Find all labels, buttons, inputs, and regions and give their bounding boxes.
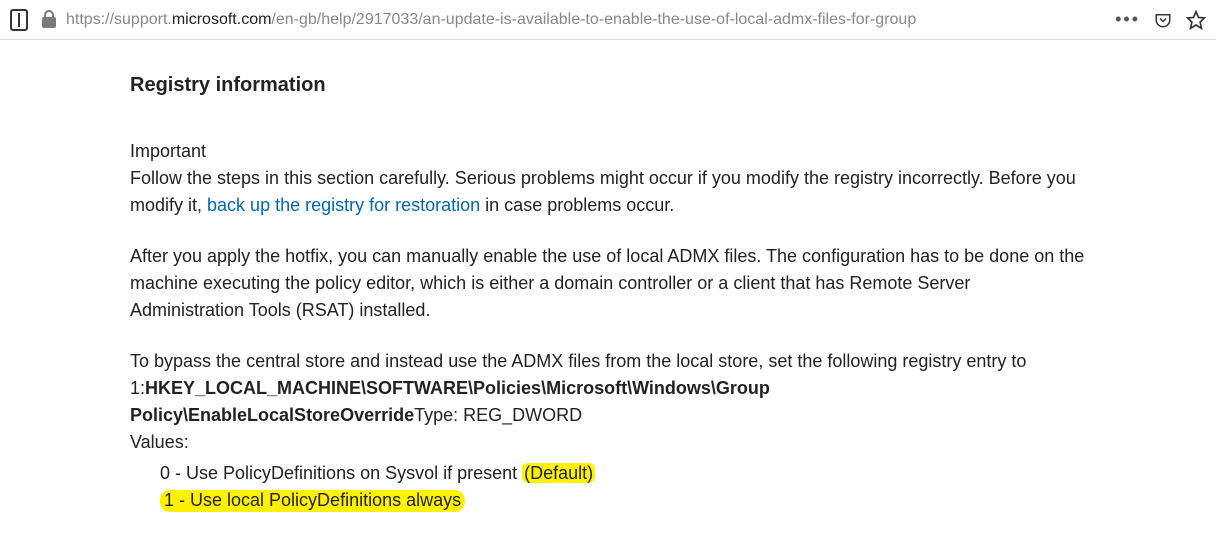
pocket-icon[interactable] xyxy=(1154,11,1172,29)
url-path: /en-gb/help/2917033/an-update-is-availab… xyxy=(271,11,916,28)
value-1-highlight: 1 - Use local PolicyDefinitions always xyxy=(160,490,465,512)
warning-text-after: in case problems occur. xyxy=(480,195,674,215)
important-label: Important xyxy=(130,141,206,161)
page-actions-icon[interactable]: ••• xyxy=(1115,9,1140,30)
url-prefix: https://support. xyxy=(66,11,172,28)
values-list: 0 - Use PolicyDefinitions on Sysvol if p… xyxy=(130,460,1086,514)
address-bar[interactable]: https://support.microsoft.com/en-gb/help… xyxy=(66,11,1105,29)
toolbar-right: ••• xyxy=(1115,9,1206,30)
type-line: Type: REG_DWORD xyxy=(414,405,582,425)
bookmark-star-icon[interactable] xyxy=(1186,10,1206,30)
browser-toolbar: https://support.microsoft.com/en-gb/help… xyxy=(0,0,1216,40)
tracking-protection-icon[interactable] xyxy=(10,9,28,31)
value-1-line: 1 - Use local PolicyDefinitions always xyxy=(160,487,1086,514)
important-paragraph: Important Follow the steps in this secti… xyxy=(130,138,1086,219)
values-label: Values: xyxy=(130,432,189,452)
hotfix-paragraph: After you apply the hotfix, you can manu… xyxy=(130,243,1086,324)
value-0-default-highlight: (Default) xyxy=(522,463,595,483)
article-body: Registry information Important Follow th… xyxy=(0,40,1216,554)
value-0-line: 0 - Use PolicyDefinitions on Sysvol if p… xyxy=(160,460,1086,487)
url-domain: microsoft.com xyxy=(172,11,272,28)
lock-icon[interactable] xyxy=(42,17,56,28)
backup-registry-link[interactable]: back up the registry for restoration xyxy=(207,195,480,215)
value-0-text: 0 - Use PolicyDefinitions on Sysvol if p… xyxy=(160,463,522,483)
section-heading: Registry information xyxy=(130,70,1086,100)
registry-instruction-paragraph: To bypass the central store and instead … xyxy=(130,348,1086,456)
